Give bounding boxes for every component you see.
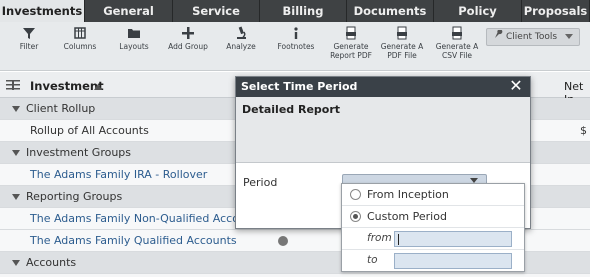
add-group-label: Add Group (168, 42, 208, 51)
period-label: Period (243, 176, 278, 189)
csv-file-icon (452, 26, 462, 40)
collapse-icon[interactable] (12, 106, 20, 112)
collapse-icon[interactable] (12, 194, 20, 200)
from-date-row: from (342, 228, 524, 250)
tab-documents[interactable]: Documents (347, 0, 434, 22)
generate-csv-file-button[interactable]: Generate A CSV File (435, 26, 479, 60)
tab-policy[interactable]: Policy (434, 0, 522, 22)
gen-pdf-line2: Report PDF (330, 51, 372, 60)
group-label: Client Rollup (26, 102, 96, 115)
analyze-button[interactable]: Analyze (224, 26, 258, 51)
layouts-button[interactable]: Layouts (115, 26, 153, 51)
group-label: Reporting Groups (26, 190, 123, 203)
group-label: Investment Groups (26, 146, 132, 159)
row-link[interactable]: The Adams Family Non-Qualified Accounts (30, 208, 263, 230)
row-value: $ (580, 124, 587, 137)
option-label: From Inception (367, 188, 449, 201)
gen-a-pdf-line1: Generate A (380, 42, 424, 51)
gen-csv-line1: Generate A (435, 42, 479, 51)
tab-investments[interactable]: Investments (0, 0, 85, 22)
footnotes-button[interactable]: Footnotes (276, 26, 316, 51)
filter-label: Filter (19, 42, 39, 51)
to-label: to (367, 254, 378, 266)
client-tools-label: Client Tools (506, 32, 558, 42)
columns-label: Columns (63, 42, 97, 51)
chevron-down-icon (565, 34, 573, 39)
radio-custom-period[interactable] (350, 211, 361, 222)
tab-proposals[interactable]: Proposals (522, 0, 590, 22)
footnotes-label: Footnotes (277, 42, 315, 51)
report-pdf-icon (346, 26, 356, 40)
gen-a-pdf-line2: PDF File (387, 51, 417, 60)
option-custom-period[interactable]: Custom Period (342, 206, 524, 228)
collapse-icon[interactable] (12, 260, 20, 266)
footnote-icon (294, 27, 298, 39)
to-date-row: to (342, 250, 524, 272)
columns-icon (74, 27, 86, 39)
investment-column-title[interactable]: Investment (30, 79, 104, 93)
gen-csv-line2: CSV File (441, 51, 473, 60)
group-label: Accounts (26, 256, 77, 269)
toolbar: Filter Columns Layouts Add Group Analyze… (0, 22, 590, 71)
dialog-title-bar: Select Time Period ✕ (236, 77, 530, 97)
sort-ascending-icon[interactable] (94, 84, 102, 90)
plus-icon (182, 27, 194, 39)
from-date-input[interactable] (394, 231, 512, 247)
dialog-subtitle: Detailed Report (242, 103, 341, 116)
from-label: from (367, 232, 392, 244)
microscope-icon (237, 26, 246, 39)
generate-report-pdf-button[interactable]: Generate Report PDF (328, 26, 374, 60)
tab-general[interactable]: General (85, 0, 173, 22)
period-dropdown: From Inception Custom Period from to (341, 183, 525, 272)
status-icon[interactable] (278, 236, 288, 246)
row-link[interactable]: The Adams Family Qualified Accounts (30, 230, 237, 252)
wrench-icon (495, 29, 503, 38)
close-icon[interactable]: ✕ (508, 78, 524, 94)
option-label: Custom Period (367, 210, 447, 223)
row-label: Rollup of All Accounts (30, 124, 149, 137)
client-tools-dropdown[interactable]: Client Tools (486, 28, 580, 46)
pdf-file-icon (397, 26, 407, 40)
tab-service[interactable]: Service (173, 0, 260, 22)
dialog-subtitle-panel: Detailed Report (236, 97, 530, 163)
filter-icon (23, 28, 35, 39)
radio-from-inception[interactable] (350, 189, 361, 200)
gen-pdf-line1: Generate (333, 42, 369, 51)
dialog-title: Select Time Period (241, 80, 358, 93)
to-date-input[interactable] (394, 253, 512, 269)
layouts-label: Layouts (119, 42, 149, 51)
text-cursor (398, 234, 399, 245)
collapse-icon[interactable] (12, 150, 20, 156)
filter-button[interactable]: Filter (14, 26, 44, 51)
row-link[interactable]: The Adams Family IRA - Rollover (30, 164, 207, 186)
tab-billing[interactable]: Billing (260, 0, 347, 22)
column-resize-icon[interactable] (6, 80, 20, 90)
folder-icon (128, 29, 140, 38)
analyze-label: Analyze (226, 42, 256, 51)
generate-pdf-file-button[interactable]: Generate A PDF File (380, 26, 424, 60)
add-group-button[interactable]: Add Group (167, 26, 209, 51)
option-from-inception[interactable]: From Inception (342, 184, 524, 206)
columns-button[interactable]: Columns (62, 26, 98, 51)
top-tab-bar: Investments General Service Billing Docu… (0, 0, 590, 22)
